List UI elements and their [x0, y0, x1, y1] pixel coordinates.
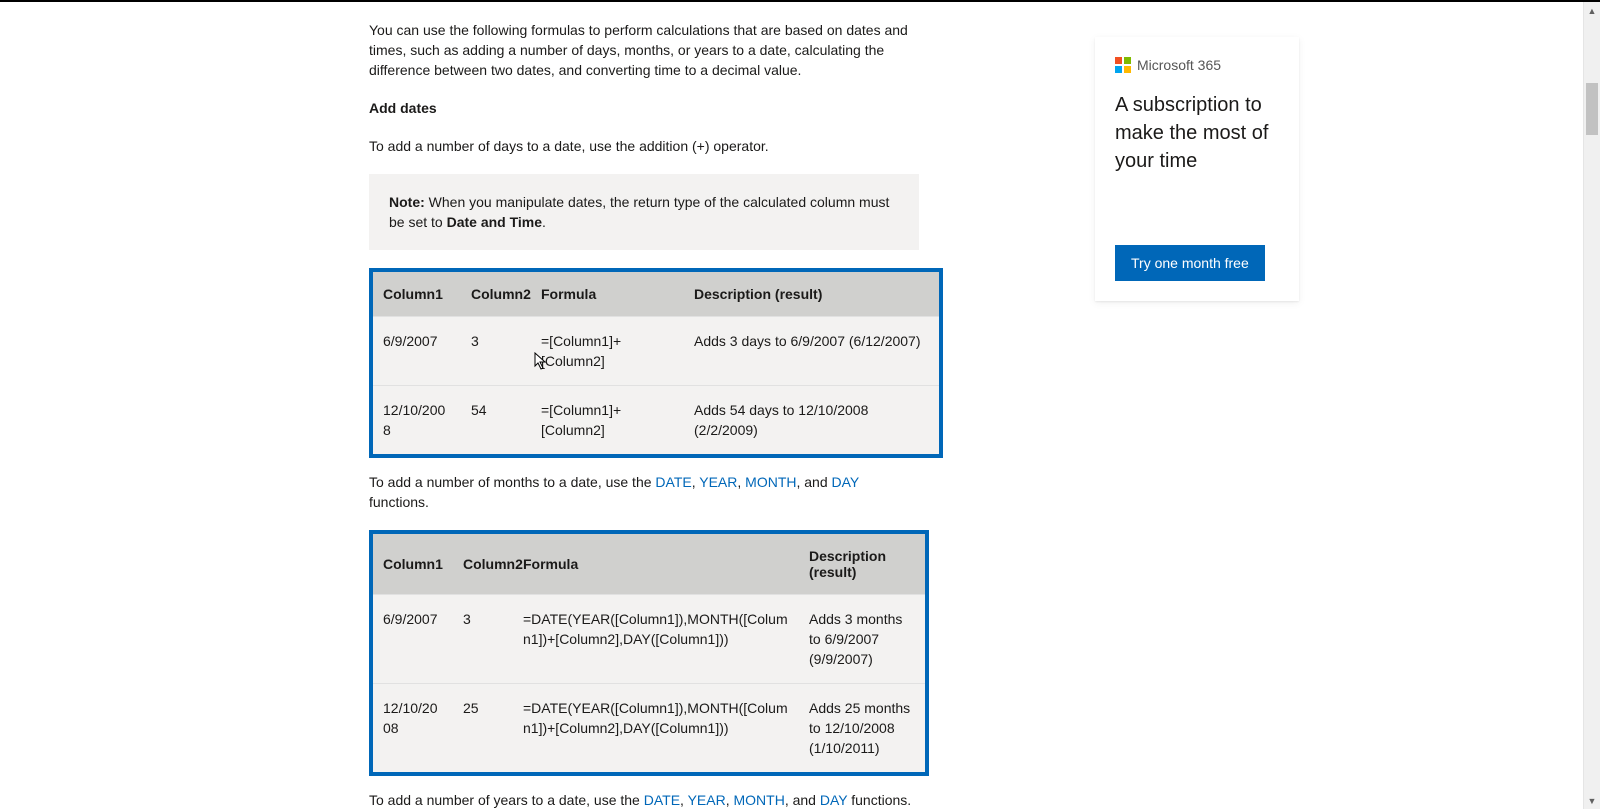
cell-formula: =DATE(YEAR([Column1]),MONTH([Column1])+[…	[513, 595, 799, 684]
cell-formula: =[Column1]+[Column2]	[531, 317, 684, 386]
microsoft-logo-icon	[1115, 57, 1131, 73]
note-text-2: .	[542, 214, 546, 230]
cell-col2: 3	[461, 317, 531, 386]
cell-col1: 6/9/2007	[373, 595, 453, 684]
link-date-fn[interactable]: DATE	[644, 792, 680, 808]
link-year-fn[interactable]: YEAR	[688, 792, 726, 808]
scroll-down-arrow-icon[interactable]: ▼	[1584, 792, 1600, 809]
link-month-fn[interactable]: MONTH	[733, 792, 784, 808]
cell-col1: 12/10/2008	[373, 684, 453, 773]
th-column1: Column1	[373, 272, 461, 317]
th-column1: Column1	[373, 534, 453, 595]
table-header-row: Column1 Column2 Formula Description (res…	[373, 534, 925, 595]
table-row: 6/9/2007 3 =[Column1]+[Column2] Adds 3 d…	[373, 317, 939, 386]
cell-formula: =[Column1]+[Column2]	[531, 386, 684, 455]
scrollbar-track[interactable]	[1584, 19, 1600, 792]
para-add-months: To add a number of months to a date, use…	[369, 472, 919, 512]
th-formula: Formula	[531, 272, 684, 317]
cell-desc: Adds 3 days to 6/9/2007 (6/12/2007)	[684, 317, 939, 386]
cell-col1: 6/9/2007	[373, 317, 461, 386]
brand-text: Microsoft 365	[1137, 57, 1221, 73]
note-callout: Note: When you manipulate dates, the ret…	[369, 174, 919, 250]
table-add-months: Column1 Column2 Formula Description (res…	[369, 530, 929, 776]
table-header-row: Column1 Column2 Formula Description (res…	[373, 272, 939, 317]
note-label: Note:	[389, 194, 425, 210]
table-row: 6/9/2007 3 =DATE(YEAR([Column1]),MONTH([…	[373, 595, 925, 684]
link-month-fn[interactable]: MONTH	[745, 474, 796, 490]
th-column2: Column2	[461, 272, 531, 317]
cell-col2: 54	[461, 386, 531, 455]
scroll-up-arrow-icon[interactable]: ▲	[1584, 2, 1600, 19]
cell-desc: Adds 25 months to 12/10/2008 (1/10/2011)	[799, 684, 925, 773]
para-add-years: To add a number of years to a date, use …	[369, 790, 919, 809]
th-column2: Column2	[453, 534, 513, 595]
th-description: Description (result)	[684, 272, 939, 317]
promo-title: A subscription to make the most of your …	[1115, 91, 1279, 175]
cell-desc: Adds 54 days to 12/10/2008 (2/2/2009)	[684, 386, 939, 455]
cell-col1: 12/10/2008	[373, 386, 461, 455]
link-date-fn[interactable]: DATE	[655, 474, 691, 490]
table-add-days: Column1 Column2 Formula Description (res…	[369, 268, 943, 458]
scrollbar-thumb[interactable]	[1586, 83, 1598, 135]
th-description: Description (result)	[799, 534, 925, 595]
note-strong: Date and Time	[447, 214, 542, 230]
link-day-fn[interactable]: DAY	[820, 792, 848, 808]
cell-col2: 3	[453, 595, 513, 684]
link-day-fn[interactable]: DAY	[832, 474, 860, 490]
cell-formula: =DATE(YEAR([Column1]),MONTH([Column1])+[…	[513, 684, 799, 773]
microsoft-365-brand: Microsoft 365	[1115, 57, 1279, 73]
table-row: 12/10/2008 54 =[Column1]+[Column2] Adds …	[373, 386, 939, 455]
th-formula: Formula	[513, 534, 799, 595]
page-scroll-region[interactable]: You can use the following formulas to pe…	[0, 2, 1536, 809]
promo-card: Microsoft 365 A subscription to make the…	[1095, 37, 1299, 301]
try-free-button[interactable]: Try one month free	[1115, 245, 1265, 281]
link-year-fn[interactable]: YEAR	[699, 474, 737, 490]
para-add-days: To add a number of days to a date, use t…	[369, 136, 919, 156]
cell-col2: 25	[453, 684, 513, 773]
vertical-scrollbar[interactable]: ▲ ▼	[1583, 2, 1600, 809]
intro-text: You can use the following formulas to pe…	[369, 20, 919, 80]
cell-desc: Adds 3 months to 6/9/2007 (9/9/2007)	[799, 595, 925, 684]
section-heading-add-dates: Add dates	[369, 100, 919, 116]
table-row: 12/10/2008 25 =DATE(YEAR([Column1]),MONT…	[373, 684, 925, 773]
